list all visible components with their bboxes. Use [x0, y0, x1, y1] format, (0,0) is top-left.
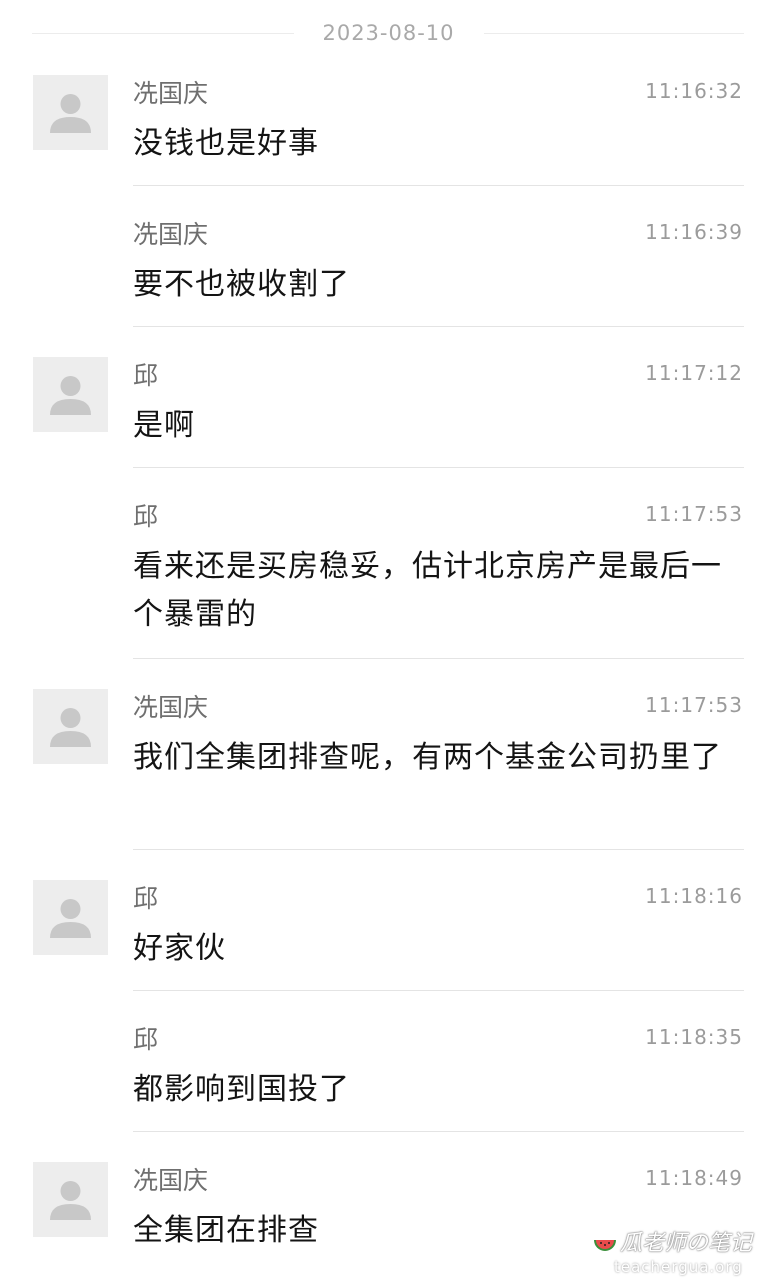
watermark-url: teachergua.org	[614, 1258, 743, 1276]
sender-name: 冼国庆	[133, 693, 209, 722]
message-time: 11:18:16	[645, 884, 743, 908]
sender-name: 冼国庆	[133, 79, 209, 108]
message-divider	[133, 185, 744, 186]
sender-name: 冼国庆	[133, 220, 209, 249]
avatar[interactable]	[33, 1162, 108, 1237]
message-time: 11:16:32	[645, 79, 743, 103]
avatar[interactable]	[33, 75, 108, 150]
message-time: 11:17:53	[645, 502, 743, 526]
chat-message[interactable]: 邱 11:18:35 都影响到国投了	[0, 1012, 777, 1132]
user-placeholder-icon	[50, 1181, 91, 1220]
message-text: 是啊	[133, 408, 195, 443]
chat-message[interactable]: 冼国庆 11:16:39 要不也被收割了	[0, 207, 777, 327]
watermelon-icon	[594, 1240, 616, 1251]
sender-name: 邱	[133, 361, 159, 390]
message-text: 好家伙	[133, 931, 226, 966]
chat-message[interactable]: 冼国庆 11:17:53 我们全集团排查呢，有两个基金公司扔里了	[0, 680, 777, 850]
user-placeholder-icon	[50, 708, 91, 747]
message-divider	[133, 326, 744, 327]
message-time: 11:16:39	[645, 220, 743, 244]
avatar[interactable]	[33, 689, 108, 764]
chat-message[interactable]: 冼国庆 11:16:32 没钱也是好事	[0, 66, 777, 186]
message-text: 看来还是买房稳妥，估计北京房产是最后一个暴雷的	[133, 549, 722, 632]
user-placeholder-icon	[50, 376, 91, 415]
message-divider	[133, 658, 744, 659]
sender-name: 邱	[133, 502, 159, 531]
message-text: 没钱也是好事	[133, 126, 319, 161]
message-time: 11:17:53	[645, 693, 743, 717]
sender-name: 冼国庆	[133, 1166, 209, 1195]
chat-message[interactable]: 邱 11:17:53 看来还是买房稳妥，估计北京房产是最后一个暴雷的	[0, 489, 777, 659]
message-divider	[133, 1131, 744, 1132]
avatar[interactable]	[33, 880, 108, 955]
message-divider	[133, 467, 744, 468]
avatar[interactable]	[33, 357, 108, 432]
message-time: 11:18:35	[645, 1025, 743, 1049]
user-placeholder-icon	[50, 94, 91, 133]
watermark-title: 瓜老师の笔记	[620, 1231, 753, 1256]
date-divider-right	[484, 33, 744, 34]
message-text: 我们全集团排查呢，有两个基金公司扔里了	[133, 740, 722, 775]
chat-message[interactable]: 邱 11:18:16 好家伙	[0, 871, 777, 991]
chat-message[interactable]: 邱 11:17:12 是啊	[0, 348, 777, 468]
message-divider	[133, 849, 744, 850]
date-separator: 2023-08-10	[0, 0, 777, 66]
message-text: 要不也被收割了	[133, 267, 350, 302]
message-text: 都影响到国投了	[133, 1072, 350, 1107]
sender-name: 邱	[133, 884, 159, 913]
message-time: 11:18:49	[645, 1166, 743, 1190]
user-placeholder-icon	[50, 899, 91, 938]
message-time: 11:17:12	[645, 361, 743, 385]
sender-name: 邱	[133, 1025, 159, 1054]
watermark: 瓜老师の笔记 teachergua.org	[588, 1228, 768, 1278]
message-divider	[133, 990, 744, 991]
